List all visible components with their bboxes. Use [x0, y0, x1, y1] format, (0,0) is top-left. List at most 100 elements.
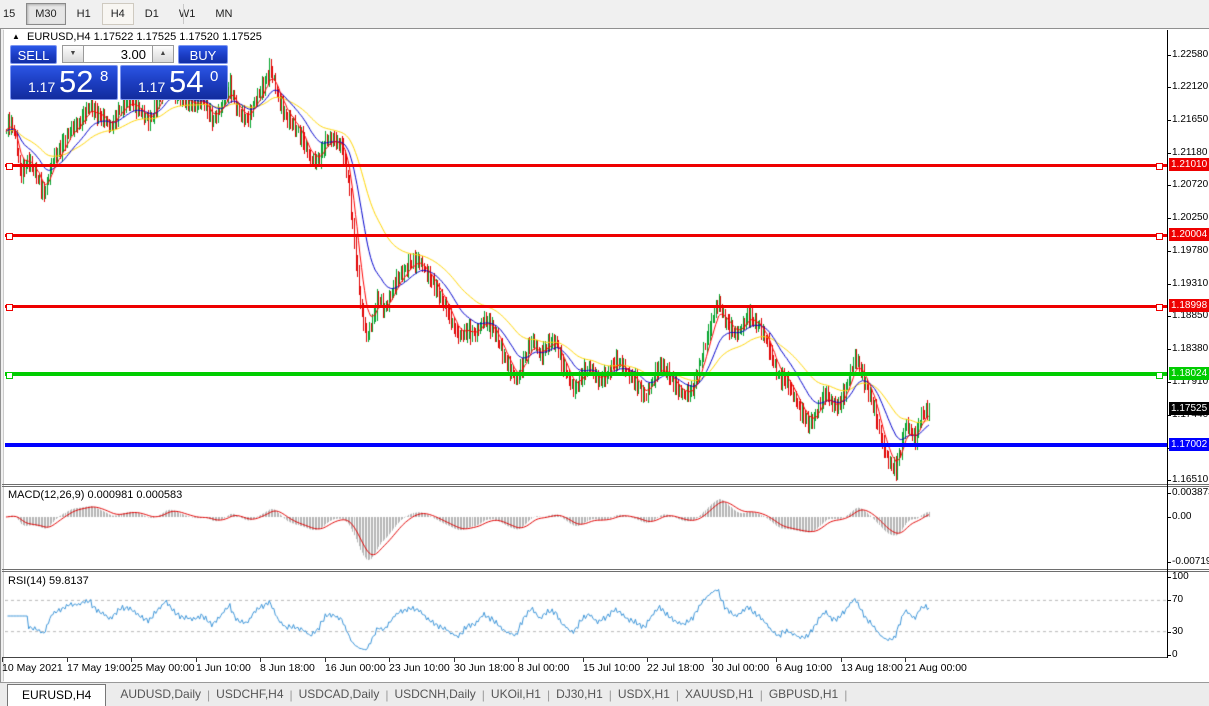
buy-price-main: 54 — [169, 64, 203, 100]
timeframe-button-h4[interactable]: H4 — [102, 3, 134, 25]
price-tick-mark — [1167, 185, 1171, 186]
price-tick-mark — [1167, 87, 1171, 88]
buy-price-pip: 0 — [210, 68, 218, 85]
price-tick-mark — [1167, 480, 1171, 481]
tab-usdx-h1[interactable]: USDX,H1 — [612, 684, 676, 706]
tab-separator: | — [844, 688, 847, 706]
horizontal-level-line[interactable] — [5, 164, 1167, 167]
time-tick-label: 21 Aug 00:00 — [905, 662, 967, 674]
rsi-indicator-chart[interactable] — [5, 573, 1167, 657]
price-tick-label: 1.21650 — [1172, 114, 1208, 125]
line-handle[interactable] — [6, 372, 13, 379]
tab-audusd-daily[interactable]: AUDUSD,Daily — [114, 684, 207, 706]
macd-tick-mark — [1167, 493, 1171, 494]
symbol-ohlc-header: ▲ EURUSD,H4 1.17522 1.17525 1.17520 1.17… — [12, 31, 262, 43]
timeframe-button-m30[interactable]: M30 — [26, 3, 65, 25]
rsi-tick-label: 100 — [1172, 571, 1189, 582]
price-level-tag: 1.17002 — [1169, 438, 1209, 451]
tab-usdchf-h4[interactable]: USDCHF,H4 — [210, 684, 289, 706]
time-tick-label: 8 Jul 00:00 — [518, 662, 569, 674]
line-handle[interactable] — [6, 304, 13, 311]
tab-xauusd-h1[interactable]: XAUUSD,H1 — [679, 684, 760, 706]
macd-tick-label: 0.00 — [1172, 511, 1191, 522]
sell-price-pip: 8 — [100, 68, 108, 85]
price-level-tag: 1.18024 — [1169, 367, 1209, 380]
sell-price-box[interactable]: 1.17 52 8 — [10, 65, 118, 100]
price-tick-mark — [1167, 251, 1171, 252]
time-tick-label: 30 Jul 00:00 — [712, 662, 769, 674]
lot-size-input[interactable] — [84, 45, 152, 63]
collapse-triangle-icon[interactable]: ▲ — [12, 32, 20, 41]
time-axis-line — [2, 657, 1167, 658]
price-tick-label: 1.20720 — [1172, 179, 1208, 190]
timeframe-button-w1[interactable]: W1 — [170, 3, 205, 25]
sell-price-prefix: 1.17 — [28, 79, 55, 95]
time-tick-label: 6 Aug 10:00 — [776, 662, 832, 674]
mt4-terminal: { "toolbar": {"buttons": ["15", "M30", "… — [0, 0, 1209, 705]
horizontal-level-line[interactable] — [5, 372, 1167, 376]
tab-usdcad-daily[interactable]: USDCAD,Daily — [293, 684, 386, 706]
price-tick-label: 1.18380 — [1172, 343, 1208, 354]
price-tick-label: 1.16510 — [1172, 474, 1208, 485]
price-tick-mark — [1167, 382, 1171, 383]
time-tick-label: 16 Jun 00:00 — [325, 662, 386, 674]
line-handle[interactable] — [1156, 233, 1163, 240]
price-level-tag: 1.21010 — [1169, 158, 1209, 171]
price-level-tag: 1.20004 — [1169, 228, 1209, 241]
time-tick-label: 25 May 00:00 — [131, 662, 195, 674]
sell-button[interactable]: SELL — [10, 45, 57, 64]
price-tick-label: 1.19310 — [1172, 278, 1208, 289]
price-tick-mark — [1167, 120, 1171, 121]
horizontal-level-line[interactable] — [5, 305, 1167, 308]
time-tick-label: 10 May 2021 — [2, 662, 63, 674]
line-handle[interactable] — [6, 233, 13, 240]
buy-price-prefix: 1.17 — [138, 79, 165, 95]
panel-splitter-line[interactable] — [2, 486, 1209, 487]
rsi-tick-mark — [1167, 600, 1171, 601]
lot-increase-button[interactable]: ▲ — [152, 45, 174, 63]
timeframe-button-mn[interactable]: MN — [206, 3, 241, 25]
price-tick-label: 1.22580 — [1172, 49, 1208, 60]
rsi-tick-mark — [1167, 632, 1171, 633]
line-handle[interactable] — [6, 163, 13, 170]
buy-price-box[interactable]: 1.17 54 0 — [120, 65, 228, 100]
tab-eurusd-h4[interactable]: EURUSD,H4 — [7, 684, 106, 706]
price-tick-label: 1.19780 — [1172, 245, 1208, 256]
time-tick-label: 15 Jul 10:00 — [583, 662, 640, 674]
line-handle[interactable] — [1156, 372, 1163, 379]
panel-splitter-line[interactable] — [2, 484, 1209, 485]
timeframe-button-15[interactable]: 15 — [0, 3, 24, 25]
rsi-tick-mark — [1167, 655, 1171, 656]
timeframe-button-d1[interactable]: D1 — [136, 3, 168, 25]
tab-ukoil-h1[interactable]: UKOil,H1 — [485, 684, 547, 706]
macd-label: MACD(12,26,9) 0.000981 0.000583 — [8, 489, 182, 501]
time-tick-label: 8 Jun 18:00 — [260, 662, 315, 674]
price-tick-label: 1.20250 — [1172, 212, 1208, 223]
rsi-tick-label: 0 — [1172, 649, 1178, 660]
price-tick-mark — [1167, 316, 1171, 317]
panel-splitter-line[interactable] — [2, 569, 1209, 570]
horizontal-level-line[interactable] — [5, 443, 1167, 447]
rsi-tick-label: 30 — [1172, 626, 1183, 637]
tab-usdcnh-daily[interactable]: USDCNH,Daily — [388, 684, 481, 706]
toolbar-separator — [183, 4, 184, 24]
tab-gbpusd-h1[interactable]: GBPUSD,H1 — [763, 684, 844, 706]
price-axis-line — [1167, 30, 1168, 658]
rsi-tick-mark — [1167, 577, 1171, 578]
line-handle[interactable] — [1156, 304, 1163, 311]
sell-price-main: 52 — [59, 64, 93, 100]
lot-decrease-button[interactable]: ▼ — [62, 45, 84, 63]
price-tick-mark — [1167, 218, 1171, 219]
timeframe-button-h1[interactable]: H1 — [68, 3, 100, 25]
line-handle[interactable] — [1156, 163, 1163, 170]
price-tick-mark — [1167, 55, 1171, 56]
panel-splitter-line[interactable] — [2, 571, 1209, 572]
price-tick-label: 1.21180 — [1172, 147, 1207, 158]
buy-button[interactable]: BUY — [178, 45, 228, 64]
price-tick-mark — [1167, 153, 1171, 154]
macd-tick-label: -0.007190 — [1172, 556, 1209, 567]
timeframe-toolbar: 15M30H1H4D1W1MN — [0, 0, 1209, 28]
tab-dj30-h1[interactable]: DJ30,H1 — [550, 684, 609, 706]
price-tick-label: 1.22120 — [1172, 81, 1208, 92]
horizontal-level-line[interactable] — [5, 234, 1167, 237]
